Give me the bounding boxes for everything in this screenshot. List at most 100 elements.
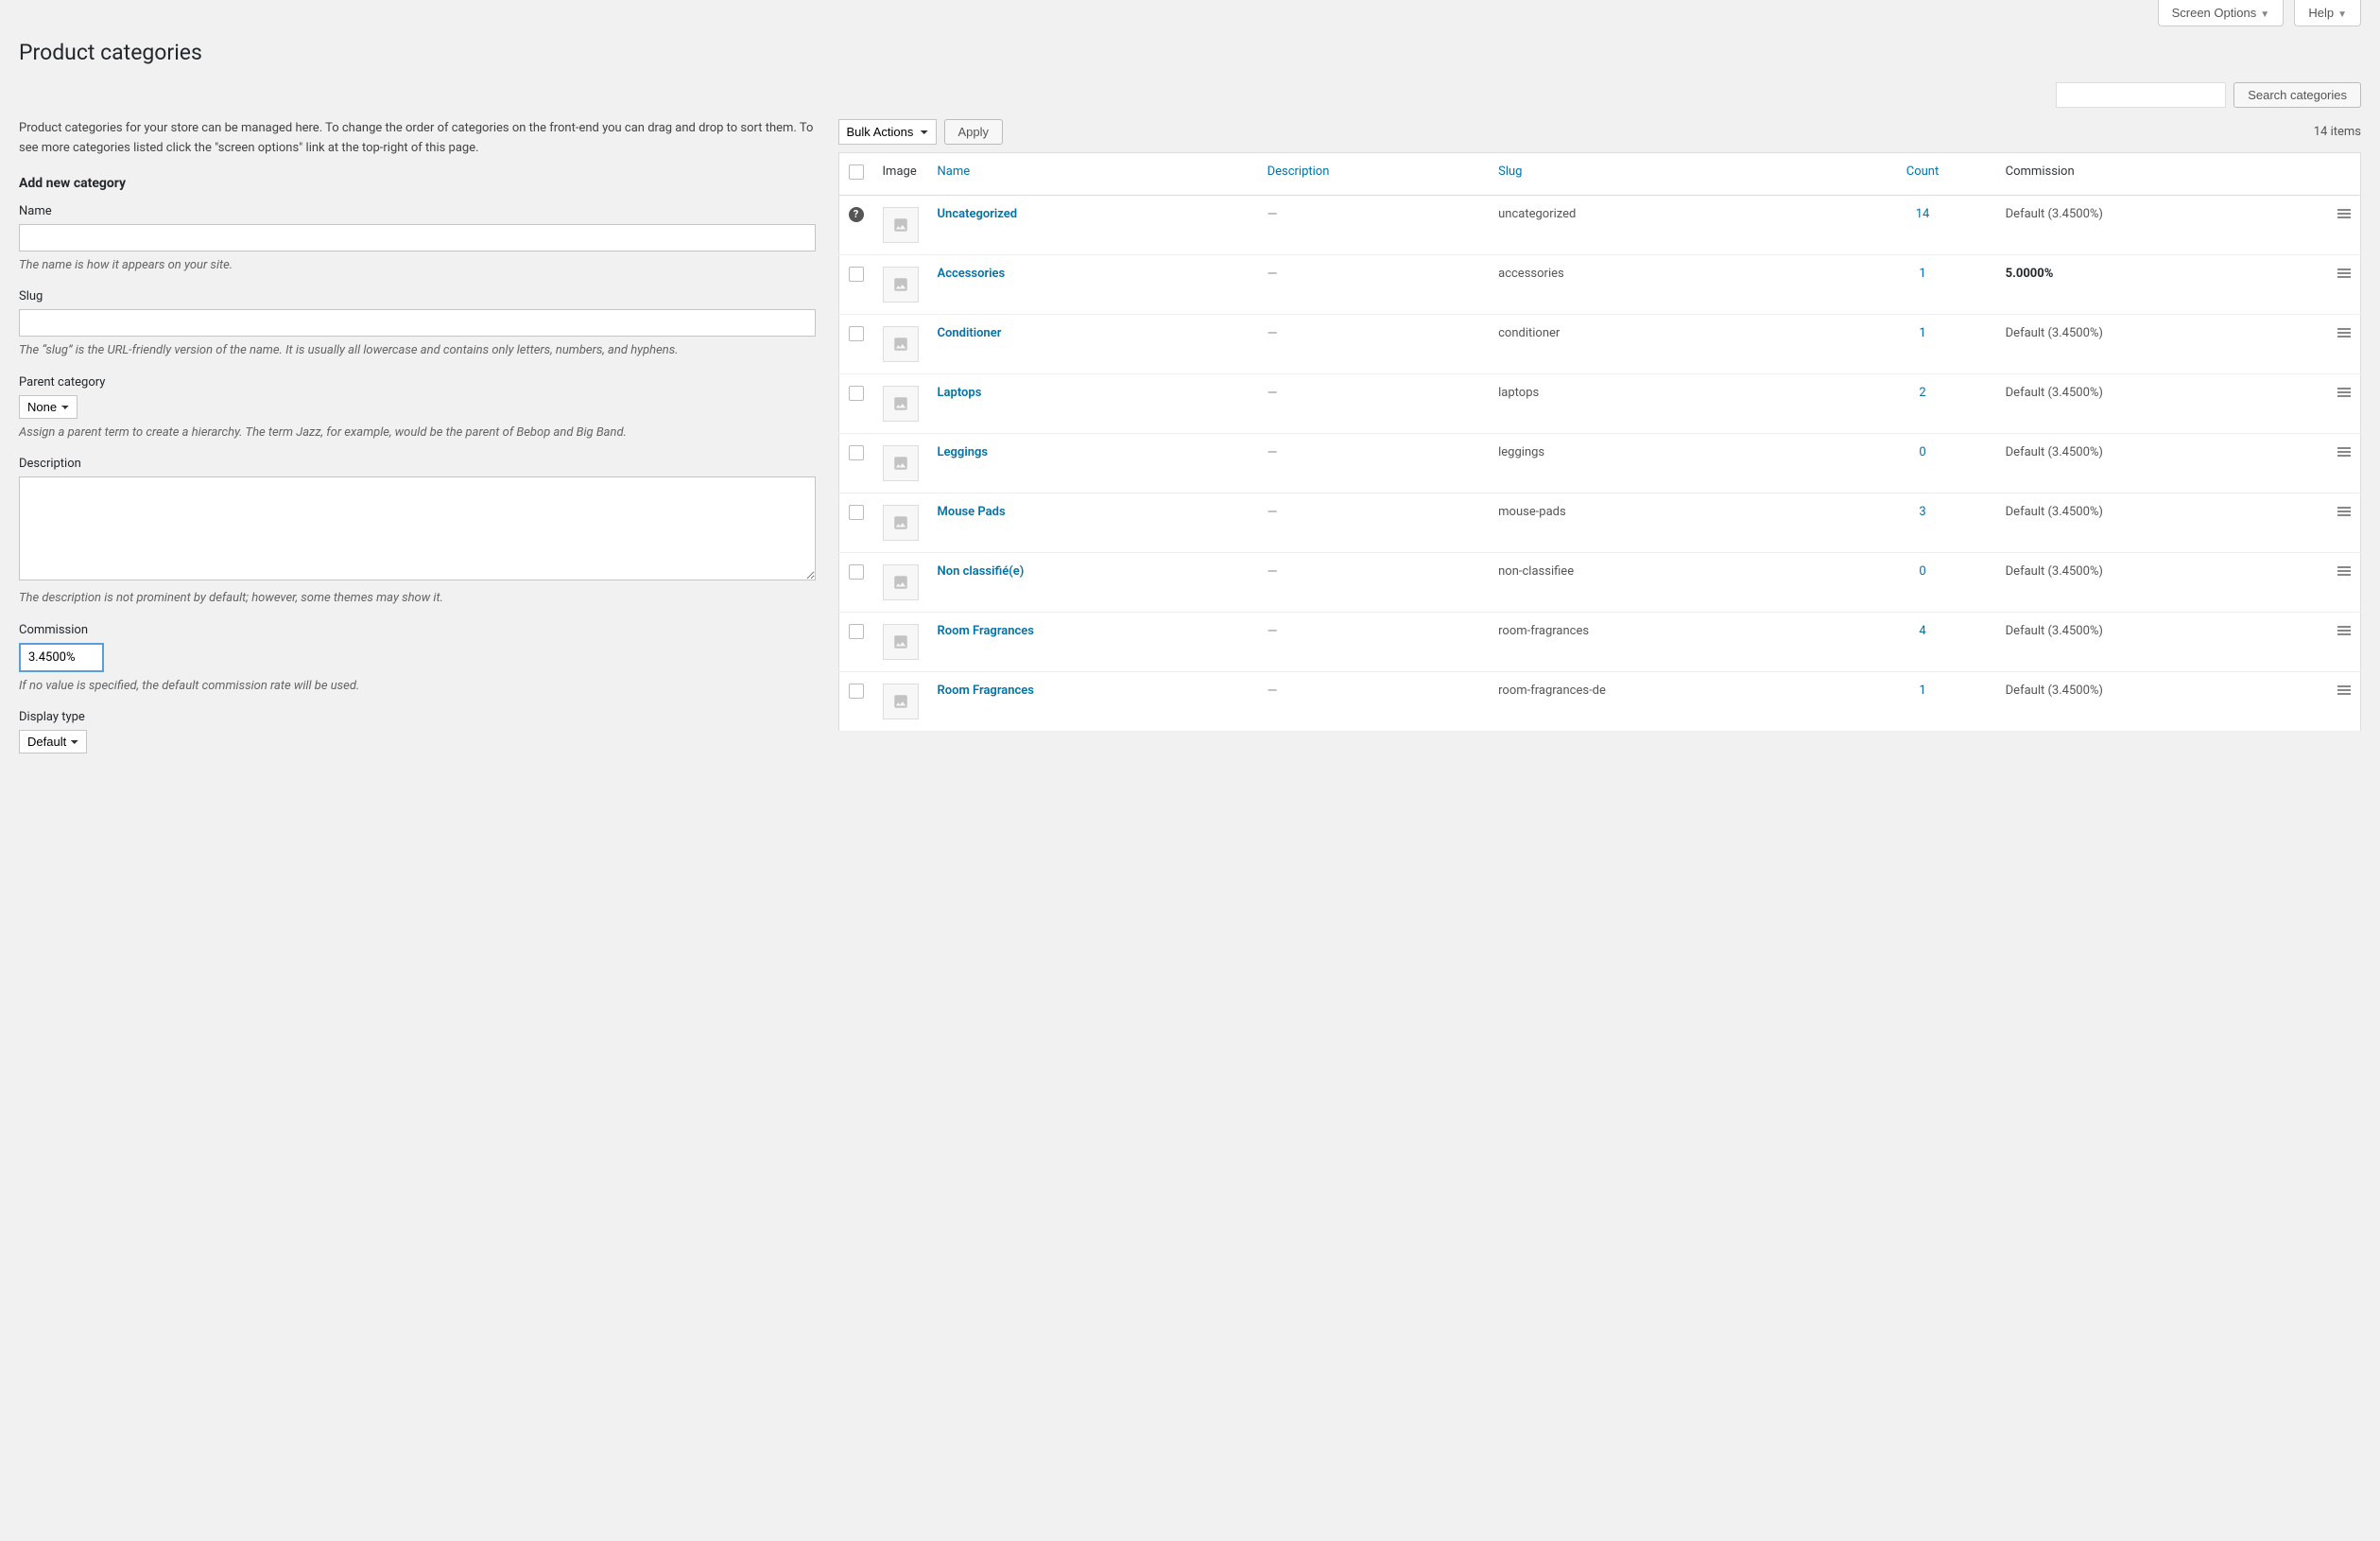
slug-cell: room-fragrances-de: [1489, 672, 1849, 732]
name-input[interactable]: [19, 224, 816, 251]
table-row: ? Uncategorized — uncategorized 14 Default (3…: [838, 196, 2360, 255]
display-type-select[interactable]: Default: [19, 730, 87, 753]
category-name-link[interactable]: Room Fragrances: [938, 624, 1034, 638]
row-toggle-icon[interactable]: [2337, 564, 2351, 578]
row-checkbox[interactable]: [849, 505, 864, 520]
commission-cell: Default (3.4500%): [1996, 553, 2328, 613]
col-slug[interactable]: Slug: [1489, 153, 1849, 196]
parent-select[interactable]: None: [19, 395, 78, 419]
description-empty: —: [1268, 326, 1278, 341]
parent-desc: Assign a parent term to create a hierarc…: [19, 424, 816, 442]
placeholder-image-icon: [883, 445, 919, 481]
description-desc: The description is not prominent by defa…: [19, 589, 816, 608]
count-link[interactable]: 0: [1919, 445, 1925, 459]
placeholder-image-icon: [883, 505, 919, 541]
category-name-link[interactable]: Non classifié(e): [938, 564, 1025, 579]
description-empty: —: [1268, 445, 1278, 460]
placeholder-image-icon: [883, 684, 919, 719]
description-empty: —: [1268, 386, 1278, 401]
row-toggle-icon[interactable]: [2337, 624, 2351, 637]
col-description[interactable]: Description: [1258, 153, 1490, 196]
description-empty: —: [1268, 505, 1278, 520]
placeholder-image-icon: [883, 564, 919, 600]
description-empty: —: [1268, 207, 1278, 222]
apply-button[interactable]: Apply: [944, 119, 1004, 145]
row-toggle-icon[interactable]: [2337, 207, 2351, 220]
row-checkbox[interactable]: [849, 326, 864, 341]
category-name-link[interactable]: Mouse Pads: [938, 505, 1006, 519]
placeholder-image-icon: [883, 326, 919, 362]
placeholder-image-icon: [883, 267, 919, 303]
row-checkbox[interactable]: [849, 445, 864, 460]
count-link[interactable]: 1: [1919, 267, 1925, 281]
col-image: Image: [873, 153, 928, 196]
table-row: Conditioner—conditioner1Default (3.4500%…: [838, 315, 2360, 374]
placeholder-image-icon: [883, 624, 919, 660]
caret-down-icon: ▼: [2337, 9, 2347, 20]
count-link[interactable]: 3: [1919, 505, 1925, 519]
category-name-link[interactable]: Leggings: [938, 445, 989, 459]
parent-field: Parent category None Assign a parent ter…: [19, 375, 816, 442]
row-checkbox[interactable]: [849, 684, 864, 699]
slug-cell: room-fragrances: [1489, 613, 1849, 672]
add-category-heading: Add new category: [19, 176, 816, 191]
select-all-checkbox[interactable]: [849, 164, 864, 180]
count-link[interactable]: 1: [1919, 326, 1925, 340]
slug-desc: The “slug” is the URL-friendly version o…: [19, 341, 816, 360]
count-link[interactable]: 0: [1919, 564, 1925, 579]
intro-text: Product categories for your store can be…: [19, 119, 816, 159]
bulk-actions-select[interactable]: Bulk Actions: [838, 119, 937, 145]
count-link[interactable]: 1: [1919, 684, 1925, 698]
slug-cell: accessories: [1489, 255, 1849, 315]
parent-label: Parent category: [19, 375, 816, 390]
commission-label: Commission: [19, 623, 816, 637]
row-toggle-icon[interactable]: [2337, 684, 2351, 697]
count-link[interactable]: 14: [1916, 207, 1930, 221]
slug-cell: non-classifiee: [1489, 553, 1849, 613]
slug-input[interactable]: [19, 309, 816, 337]
count-link[interactable]: 2: [1919, 386, 1925, 400]
row-checkbox[interactable]: [849, 564, 864, 580]
slug-cell: uncategorized: [1489, 196, 1849, 255]
row-toggle-icon[interactable]: [2337, 505, 2351, 518]
row-checkbox[interactable]: [849, 624, 864, 639]
row-toggle-icon[interactable]: [2337, 326, 2351, 339]
col-name[interactable]: Name: [928, 153, 1258, 196]
description-empty: —: [1268, 684, 1278, 699]
commission-cell: Default (3.4500%): [1996, 196, 2328, 255]
row-checkbox[interactable]: [849, 386, 864, 401]
help-icon[interactable]: ?: [849, 207, 864, 222]
slug-cell: leggings: [1489, 434, 1849, 493]
search-button[interactable]: Search categories: [2233, 82, 2361, 108]
description-empty: —: [1268, 267, 1278, 282]
screen-meta: Screen Options▼ Help▼: [19, 0, 2361, 26]
category-name-link[interactable]: Conditioner: [938, 326, 1002, 340]
description-empty: —: [1268, 624, 1278, 639]
description-textarea[interactable]: [19, 476, 816, 580]
category-name-link[interactable]: Room Fragrances: [938, 684, 1034, 698]
category-name-link[interactable]: Laptops: [938, 386, 982, 400]
name-label: Name: [19, 204, 816, 218]
description-empty: —: [1268, 564, 1278, 580]
search-row: Search categories: [19, 82, 2361, 108]
commission-desc: If no value is specified, the default co…: [19, 677, 816, 696]
category-name-link[interactable]: Uncategorized: [938, 207, 1018, 221]
commission-cell: Default (3.4500%): [1996, 672, 2328, 732]
commission-input[interactable]: [19, 643, 104, 672]
count-link[interactable]: 4: [1919, 624, 1925, 638]
display-type-label: Display type: [19, 710, 816, 724]
description-field: Description The description is not promi…: [19, 457, 816, 608]
row-toggle-icon[interactable]: [2337, 267, 2351, 280]
row-toggle-icon[interactable]: [2337, 386, 2351, 399]
search-input[interactable]: [2056, 82, 2226, 108]
commission-cell: 5.0000%: [1996, 255, 2328, 315]
category-name-link[interactable]: Accessories: [938, 267, 1006, 281]
row-toggle-icon[interactable]: [2337, 445, 2351, 459]
table-row: Leggings—leggings0Default (3.4500%): [838, 434, 2360, 493]
commission-cell: Default (3.4500%): [1996, 493, 2328, 553]
row-checkbox[interactable]: [849, 267, 864, 282]
help-button[interactable]: Help▼: [2294, 0, 2361, 26]
screen-options-button[interactable]: Screen Options▼: [2158, 0, 2285, 26]
name-field: Name The name is how it appears on your …: [19, 204, 816, 275]
col-count[interactable]: Count: [1849, 153, 1995, 196]
